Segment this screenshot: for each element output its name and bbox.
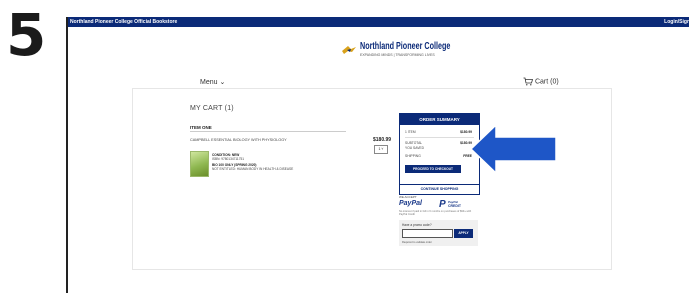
- top-bar: Northland Pioneer College Official Books…: [68, 17, 689, 27]
- item-note: NOT ENTITLED: HUMAN BODY IN HEALTH & DIS…: [212, 167, 294, 171]
- item-isbn: ISBN: 9780134711751: [212, 157, 245, 161]
- item-title[interactable]: CAMPBELL ESSENTIAL BIOLOGY WITH PHYSIOLO…: [190, 138, 287, 142]
- cart-heading: MY CART (1): [190, 105, 234, 112]
- divider: [405, 137, 474, 138]
- summary-row: SHIPPING FREE: [405, 154, 472, 158]
- book-cover-image[interactable]: [190, 151, 209, 177]
- item-price: $180.99: [373, 137, 392, 143]
- quantity-value: 1: [378, 147, 381, 151]
- quantity-select[interactable]: 1 ˅: [374, 145, 388, 154]
- cart-label: Cart (0): [534, 78, 559, 86]
- eagle-icon: [342, 46, 356, 54]
- store-name[interactable]: Northland Pioneer College Official Books…: [70, 17, 177, 27]
- chevron-down-icon: ⌄: [219, 79, 226, 86]
- apply-button[interactable]: APPLY: [454, 229, 473, 238]
- divider: [190, 131, 346, 132]
- logo-name: Northland Pioneer College: [360, 41, 451, 52]
- cart-link[interactable]: Cart (0): [523, 77, 559, 86]
- proceed-to-checkout-button[interactable]: PROCEED TO CHECKOUT: [405, 165, 461, 173]
- menu-dropdown[interactable]: Menu ⌄: [200, 78, 225, 86]
- logo-tagline: EXPANDING MINDS | TRANSFORMING LIVES: [360, 53, 435, 57]
- cart-icon: [523, 77, 534, 86]
- cart-panel: [132, 88, 612, 270]
- continue-shopping-button[interactable]: CONTINUE SHOPPING: [399, 184, 480, 195]
- order-summary: ORDER SUMMARY 1 ITEM $180.99 SUBTOTAL $180…: [399, 113, 480, 186]
- promo-label: Have a promo code?: [402, 223, 432, 227]
- we-accept-label: WE ACCEPT: [399, 195, 417, 199]
- item-section-title: ITEM ONE: [190, 125, 212, 130]
- summary-row: SUBTOTAL $180.99: [405, 141, 472, 145]
- college-logo[interactable]: Northland Pioneer College EXPANDING MIND…: [342, 39, 450, 59]
- step-number: 5: [6, 1, 47, 69]
- pointer-arrow-icon: [470, 124, 557, 174]
- login-link[interactable]: Login/Sign: [664, 17, 689, 27]
- menu-label: Menu: [200, 79, 218, 86]
- promo-code-input[interactable]: [402, 229, 453, 238]
- paypal-logo: PayPal: [399, 200, 422, 207]
- paypal-note: No interest if paid in full in 6 months …: [399, 210, 472, 216]
- summary-row: YOU SAVED: [405, 146, 424, 150]
- paypal-credit-logo: P PayPal CREDIT: [439, 199, 462, 210]
- order-summary-title: ORDER SUMMARY: [400, 114, 479, 125]
- promo-code-box: Have a promo code? APPLY Required to val…: [399, 220, 478, 246]
- browser-screenshot: Northland Pioneer College Official Books…: [66, 17, 689, 293]
- promo-note: Required to validate order: [402, 241, 432, 244]
- summary-row: 1 ITEM $180.99: [405, 130, 472, 134]
